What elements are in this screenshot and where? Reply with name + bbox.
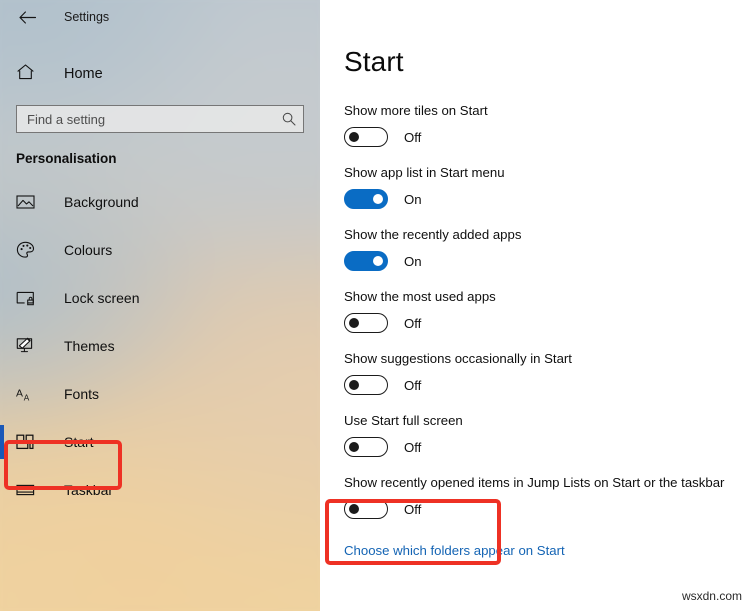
sidebar-nav-list: Background Colours Lock screen Themes A … [0,178,320,514]
sidebar-item-background[interactable]: Background [0,178,320,226]
sidebar-item-themes[interactable]: Themes [0,322,320,370]
setting-label: Show app list in Start menu [344,165,505,180]
setting-suggestions: Show suggestions occasionally in Start O… [344,351,756,395]
fonts-aa-icon: A A [16,386,42,403]
search-icon[interactable] [282,112,296,126]
setting-label: Use Start full screen [344,413,463,428]
sidebar-item-home-label: Home [64,66,103,82]
toggle-state-label: On [404,253,422,269]
sidebar-item-fonts-label: Fonts [64,386,100,402]
toggle-row: Off [344,127,756,147]
toggle-row: Off [344,499,756,519]
setting-jump-lists: Show recently opened items in Jump Lists… [344,475,756,519]
toggle-most-used-apps[interactable] [344,313,388,333]
watermark: wsxdn.com [681,589,742,603]
picture-icon [16,194,42,210]
toggle-recently-added-apps[interactable] [344,251,388,271]
sidebar-item-start[interactable]: Start [0,418,320,466]
setting-most-used-apps: Show the most used apps Off [344,289,756,333]
main-content: Start Show more tiles on Start Off Show … [320,0,756,611]
sidebar-item-lock-screen-label: Lock screen [64,290,140,306]
setting-label: Show the most used apps [344,289,496,304]
sidebar-group-title: Personalisation [16,151,117,166]
search-input[interactable] [27,111,282,127]
sidebar-item-fonts[interactable]: A A Fonts [0,370,320,418]
sidebar-item-start-label: Start [64,434,94,450]
setting-start-full-screen: Use Start full screen Off [344,413,756,457]
home-icon [16,63,42,86]
toggle-state-label: Off [404,377,422,393]
toggle-state-label: Off [404,501,422,517]
toggle-state-label: On [404,191,422,207]
setting-show-more-tiles: Show more tiles on Start Off [344,103,756,147]
choose-folders-link[interactable]: Choose which folders appear on Start [344,543,565,558]
toggle-show-app-list[interactable] [344,189,388,209]
settings-window: Settings Home Find a setting Personalisa… [0,0,756,611]
toggle-row: On [344,189,756,209]
toggle-state-label: Off [404,315,422,331]
toggle-jump-lists[interactable] [344,499,388,519]
sidebar-item-background-label: Background [64,194,139,210]
toggle-row: Off [344,313,756,333]
setting-label: Show suggestions occasionally in Start [344,351,572,366]
toggle-row: Off [344,375,756,395]
setting-label: Show the recently added apps [344,227,522,242]
sidebar: Settings Home Find a setting Personalisa… [0,0,320,611]
toggle-state-label: Off [404,129,422,145]
toggle-start-full-screen[interactable] [344,437,388,457]
sidebar-item-lock-screen[interactable]: Lock screen [0,274,320,322]
app-title: Settings [64,10,110,24]
sidebar-item-taskbar[interactable]: Taskbar [0,466,320,514]
lock-screen-icon [16,290,42,307]
sidebar-item-colours-label: Colours [64,242,113,258]
toggle-state-label: Off [404,439,422,455]
toggle-row: Off [344,437,756,457]
sidebar-item-taskbar-label: Taskbar [64,482,114,498]
toggle-suggestions[interactable] [344,375,388,395]
setting-label: Show recently opened items in Jump Lists… [344,475,725,490]
taskbar-icon [16,483,42,497]
sidebar-item-themes-label: Themes [64,338,115,354]
svg-text:A: A [24,393,30,402]
setting-label: Show more tiles on Start [344,103,488,118]
sidebar-item-home[interactable]: Home [0,57,320,91]
back-arrow-icon[interactable] [14,4,40,30]
setting-show-app-list: Show app list in Start menu On [344,165,756,209]
palette-icon [16,241,42,259]
toggle-row: On [344,251,756,271]
search-box[interactable] [16,105,304,133]
page-title: Start [344,46,404,77]
brush-monitor-icon [16,337,42,355]
toggle-show-more-tiles[interactable] [344,127,388,147]
start-tiles-icon [16,434,42,450]
setting-recently-added-apps: Show the recently added apps On [344,227,756,271]
sidebar-item-colours[interactable]: Colours [0,226,320,274]
title-bar: Settings [0,0,320,34]
svg-text:A: A [16,388,23,399]
